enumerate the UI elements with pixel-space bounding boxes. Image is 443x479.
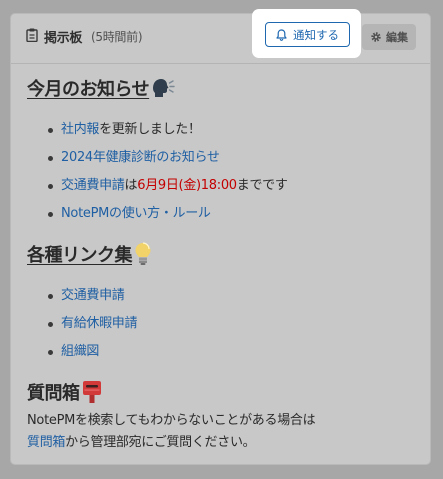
list-item-text: を更新しました！ xyxy=(99,122,201,137)
link-paid-leave[interactable]: 有給休暇申請 xyxy=(61,316,138,331)
updated-time: (5時間前) xyxy=(91,30,143,44)
bulletin-board-card: 掲示板 (5時間前) 編集 今月のお知らせ 社内報を更新しました！ 2024年健… xyxy=(10,13,431,465)
list-item-text: は xyxy=(124,178,138,193)
notify-button[interactable]: 通知する xyxy=(265,22,350,47)
link-question-box[interactable]: 質問箱 xyxy=(27,435,65,450)
edit-button[interactable]: 編集 xyxy=(362,24,416,50)
list-item: 交通費申請 xyxy=(48,282,422,310)
list-item: 社内報を更新しました！ xyxy=(48,116,422,144)
card-header: 掲示板 (5時間前) 編集 xyxy=(11,14,430,64)
gear-icon xyxy=(371,32,381,42)
notify-spotlight: 通知する xyxy=(252,9,361,58)
clipboard-icon xyxy=(26,28,38,42)
section-title-qa-text: 質問箱 xyxy=(27,383,80,404)
qa-line-1: NotePMを検索してもわからないことがある場合は xyxy=(27,413,316,428)
list-item: 2024年健康診断のお知らせ xyxy=(48,144,422,172)
link-notepm-rules[interactable]: NotePMの使い方・ルール xyxy=(61,206,211,221)
board-content: 今月のお知らせ 社内報を更新しました！ 2024年健康診断のお知らせ 交通費申請… xyxy=(27,74,422,454)
postbox-icon xyxy=(82,381,101,403)
news-list: 社内報を更新しました！ 2024年健康診断のお知らせ 交通費申請は6月9日(金)… xyxy=(27,116,422,228)
qa-line-2-text: から管理部宛にご質問ください。 xyxy=(65,435,256,450)
section-title-news: 今月のお知らせ xyxy=(27,74,422,102)
link-health-checkup[interactable]: 2024年健康診断のお知らせ xyxy=(61,150,220,165)
link-travel-expense[interactable]: 交通費申請 xyxy=(61,178,125,193)
list-item: 組織図 xyxy=(48,338,422,366)
link-company-newsletter[interactable]: 社内報 xyxy=(61,122,99,137)
list-item: 交通費申請は6月9日(金)18:00までです xyxy=(48,172,422,200)
section-title-links-text: 各種リンク集 xyxy=(27,245,133,266)
links-list: 交通費申請 有給休暇申請 組織図 xyxy=(27,282,422,366)
speaking-head-icon xyxy=(153,79,175,97)
notify-button-label: 通知する xyxy=(293,27,339,42)
edit-button-label: 編集 xyxy=(386,31,408,44)
list-item: NotePMの使い方・ルール xyxy=(48,200,422,228)
page-title: 掲示板 xyxy=(44,31,83,46)
qa-line-2: 質問箱から管理部宛にご質問ください。 xyxy=(27,432,422,454)
link-org-chart[interactable]: 組織図 xyxy=(61,344,99,359)
section-title-news-text: 今月のお知らせ xyxy=(27,79,150,100)
light-bulb-icon xyxy=(135,242,151,265)
list-item-text: までです xyxy=(236,178,288,193)
section-title-qa: 質問箱 xyxy=(27,378,422,406)
link-travel-expense-2[interactable]: 交通費申請 xyxy=(61,288,125,303)
bell-icon xyxy=(276,28,287,41)
deadline-text: 6月9日(金)18:00 xyxy=(137,178,237,193)
section-title-links: 各種リンク集 xyxy=(27,240,422,268)
list-item: 有給休暇申請 xyxy=(48,310,422,338)
